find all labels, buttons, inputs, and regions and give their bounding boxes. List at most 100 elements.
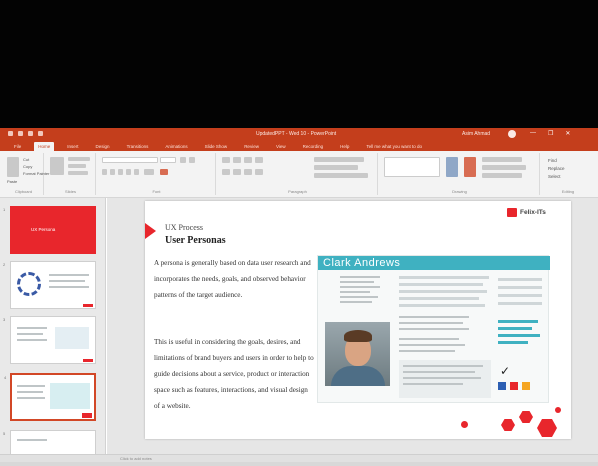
black-letterbox-top [0, 0, 598, 128]
align-center-icon[interactable] [233, 169, 241, 175]
convert-to-smartart-button[interactable] [314, 173, 368, 178]
tab-recording[interactable]: Recording [299, 142, 328, 151]
shape-outline-button[interactable] [482, 165, 526, 170]
window-controls: — ❐ ✕ [530, 130, 570, 137]
slide-thumbnail-1[interactable]: 1 UX Persona [3, 206, 96, 254]
strikethrough-icon[interactable] [126, 169, 131, 175]
goals-bar [399, 276, 489, 279]
save-icon[interactable] [8, 131, 13, 136]
user-name[interactable]: Asim Ahmad [462, 131, 490, 137]
decor-dot [555, 407, 561, 413]
reset-button[interactable] [68, 164, 86, 168]
cut-button[interactable]: Cut [23, 157, 29, 162]
tab-review[interactable]: Review [240, 142, 263, 151]
find-button[interactable]: Find [548, 158, 557, 163]
decrease-indent-icon[interactable] [244, 157, 252, 163]
increase-indent-icon[interactable] [255, 157, 263, 163]
font-color-icon[interactable] [160, 169, 168, 175]
goals-bar [399, 304, 485, 307]
slide-canvas[interactable]: UX Process User Personas Felix-ITs A per… [145, 201, 571, 439]
personality-slider [498, 302, 542, 305]
slide-breadcrumb[interactable]: UX Process [165, 223, 203, 232]
tab-design[interactable]: Design [92, 142, 114, 151]
text-line [17, 397, 45, 399]
tab-home[interactable]: Home [34, 142, 55, 151]
paste-icon[interactable] [7, 157, 19, 177]
grow-font-icon[interactable] [180, 157, 186, 163]
persona-graphic [50, 383, 90, 409]
tab-insert[interactable]: Insert [63, 142, 82, 151]
decor-dot [461, 421, 468, 428]
numbering-icon[interactable] [233, 157, 241, 163]
persona-bio-box [399, 360, 491, 398]
font-name-field[interactable] [102, 157, 158, 163]
shape-effects-button[interactable] [482, 173, 522, 178]
persona-detail-line [340, 301, 372, 303]
slide-thumbnail-4[interactable]: 4 [4, 373, 96, 421]
align-text-button[interactable] [314, 165, 358, 170]
motivation-line [399, 338, 459, 340]
layout-button[interactable] [68, 157, 90, 161]
minimize-button[interactable]: — [530, 130, 536, 137]
tab-transitions[interactable]: Transitions [123, 142, 153, 151]
slide-number: 3 [3, 317, 6, 322]
accent-mark [83, 304, 93, 307]
underline-icon[interactable] [118, 169, 123, 175]
paragraph-intro[interactable]: A persona is generally based on data use… [154, 255, 314, 303]
maximize-button[interactable]: ❐ [548, 130, 553, 137]
redo-icon[interactable] [28, 131, 33, 136]
tell-me-search[interactable]: Tell me what you want to do [362, 142, 426, 151]
drawing-group: Drawing [380, 153, 540, 195]
clipboard-group: Paste Cut Copy Format Painter Clipboard [4, 153, 49, 195]
font-size-field[interactable] [160, 157, 176, 163]
diagram-graphic [17, 272, 41, 296]
bold-icon[interactable] [102, 169, 107, 175]
italic-icon[interactable] [110, 169, 115, 175]
editing-group-label: Editing [561, 189, 575, 194]
avatar[interactable] [508, 130, 516, 138]
new-slide-icon[interactable] [50, 157, 64, 175]
clipboard-group-label: Clipboard [14, 189, 33, 194]
persona-detail-line [340, 276, 380, 278]
align-right-icon[interactable] [244, 169, 252, 175]
persona-card[interactable]: Clark Andrews ✓ [317, 255, 550, 403]
tab-slide-show[interactable]: Slide Show [201, 142, 232, 151]
nike-logo-icon: ✓ [500, 364, 511, 378]
align-left-icon[interactable] [222, 169, 230, 175]
persona-detail-line [340, 286, 380, 288]
quick-styles-icon[interactable] [464, 157, 476, 177]
char-spacing-icon[interactable] [144, 169, 154, 175]
paste-label[interactable]: Paste [7, 179, 17, 184]
replace-button[interactable]: Replace [548, 166, 565, 171]
goals-bar [399, 290, 487, 293]
notes-placeholder[interactable]: Click to add notes [120, 456, 152, 461]
slide-thumbnail-3[interactable]: 3 [3, 316, 96, 364]
tab-file[interactable]: File [10, 142, 25, 151]
decor-hexagon [483, 413, 497, 425]
shrink-font-icon[interactable] [189, 157, 195, 163]
arrange-icon[interactable] [446, 157, 458, 177]
justify-icon[interactable] [255, 169, 263, 175]
section-button[interactable] [68, 171, 88, 175]
shapes-gallery[interactable] [384, 157, 440, 177]
slide-title[interactable]: User Personas [165, 235, 226, 246]
slide-number: 1 [3, 207, 6, 212]
decor-hexagon [501, 419, 515, 431]
paragraph-usage[interactable]: This is useful in considering the goals,… [154, 334, 314, 414]
close-button[interactable]: ✕ [565, 130, 570, 137]
slide-thumbnail-2[interactable]: 2 [3, 261, 96, 309]
customize-icon[interactable] [38, 131, 43, 136]
tab-animations[interactable]: Animations [161, 142, 191, 151]
shadow-icon[interactable] [134, 169, 139, 175]
select-button[interactable]: Select [548, 174, 561, 179]
motivation-line [399, 344, 465, 346]
bio-line [403, 365, 483, 367]
shape-fill-button[interactable] [482, 157, 522, 162]
bullets-icon[interactable] [222, 157, 230, 163]
tab-view[interactable]: View [272, 142, 290, 151]
copy-button[interactable]: Copy [23, 164, 32, 169]
slides-group: Slides [46, 153, 96, 195]
tab-help[interactable]: Help [336, 142, 353, 151]
undo-icon[interactable] [18, 131, 23, 136]
text-direction-button[interactable] [314, 157, 364, 162]
